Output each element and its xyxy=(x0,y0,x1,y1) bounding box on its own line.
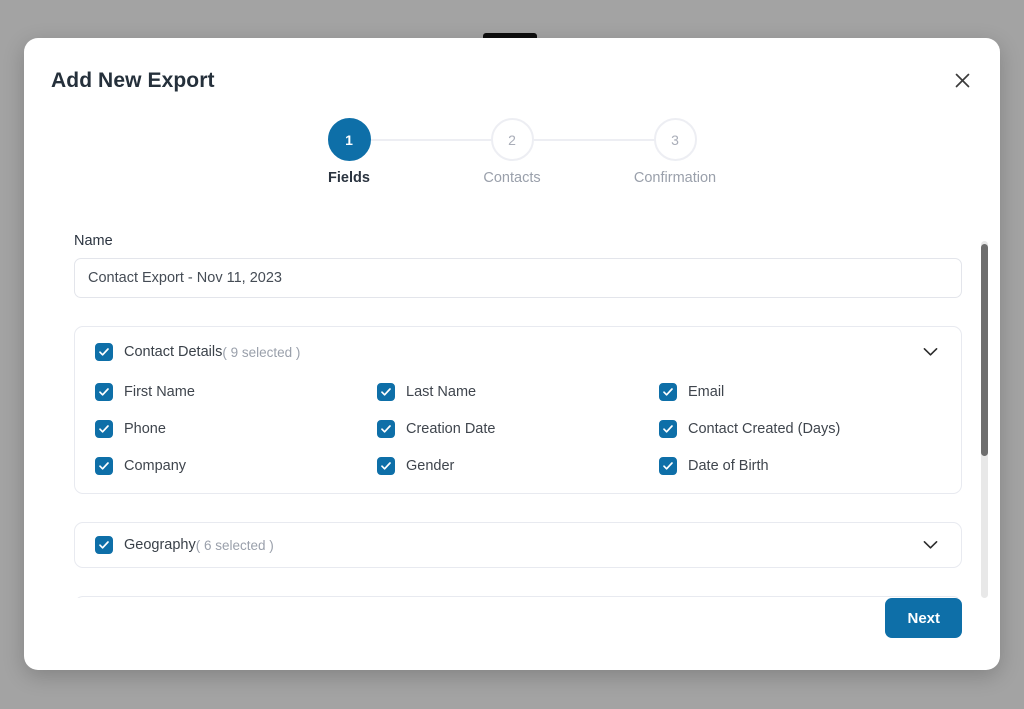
checkbox-first-name[interactable] xyxy=(95,383,113,401)
field-last-name[interactable]: Last Name xyxy=(377,383,659,401)
close-icon xyxy=(953,71,972,90)
checkbox-gender[interactable] xyxy=(377,457,395,475)
fields-grid-contact-details: First Name Last Name Email Phone Creatio… xyxy=(95,383,941,475)
checkbox-date-of-birth[interactable] xyxy=(659,457,677,475)
group-checkbox-geography[interactable] xyxy=(95,536,113,554)
group-title-contact-details: Contact Details xyxy=(124,344,223,360)
export-name-input[interactable] xyxy=(74,258,962,298)
step-contacts[interactable]: 2 Contacts xyxy=(431,118,656,186)
checkbox-company[interactable] xyxy=(95,457,113,475)
checkbox-creation-date[interactable] xyxy=(377,420,395,438)
checkbox-last-name[interactable] xyxy=(377,383,395,401)
field-first-name[interactable]: First Name xyxy=(95,383,377,401)
field-company[interactable]: Company xyxy=(95,457,377,475)
field-gender[interactable]: Gender xyxy=(377,457,659,475)
screen: Add New Export 1 Fields 2 Contacts 3 Con… xyxy=(0,0,1024,709)
step-connector-2 xyxy=(533,139,656,141)
group-checkbox-contact-details[interactable] xyxy=(95,343,113,361)
step-fields-number[interactable]: 1 xyxy=(327,118,371,161)
step-confirmation[interactable]: 3 Confirmation xyxy=(594,118,757,186)
step-fields-label: Fields xyxy=(328,170,370,186)
step-contacts-number[interactable]: 2 xyxy=(490,118,534,161)
add-new-export-modal: Add New Export 1 Fields 2 Contacts 3 Con… xyxy=(24,38,1000,670)
modal-title: Add New Export xyxy=(51,69,215,92)
modal-footer: Next xyxy=(24,598,1000,670)
label-phone: Phone xyxy=(124,421,166,437)
group-count-geography: ( 6 selected ) xyxy=(195,537,274,553)
step-confirmation-number[interactable]: 3 xyxy=(653,118,697,161)
checkbox-phone[interactable] xyxy=(95,420,113,438)
checkbox-email[interactable] xyxy=(659,383,677,401)
close-button[interactable] xyxy=(946,64,978,96)
label-first-name: First Name xyxy=(124,384,195,400)
step-connector-1 xyxy=(370,139,493,141)
label-date-of-birth: Date of Birth xyxy=(688,458,769,474)
group-header-geography[interactable]: Geography ( 6 selected ) xyxy=(95,536,941,554)
label-gender: Gender xyxy=(406,458,455,474)
group-card-geography: Geography ( 6 selected ) xyxy=(74,522,962,568)
group-card-contact-details: Contact Details ( 9 selected ) First Nam… xyxy=(74,326,962,494)
field-creation-date[interactable]: Creation Date xyxy=(377,420,659,438)
modal-content-inner: Name Contact Details ( 9 selected ) xyxy=(24,233,1000,598)
field-contact-created-days[interactable]: Contact Created (Days) xyxy=(659,420,941,438)
field-date-of-birth[interactable]: Date of Birth xyxy=(659,457,941,475)
label-email: Email xyxy=(688,384,725,400)
label-company: Company xyxy=(124,458,187,474)
next-button[interactable]: Next xyxy=(885,598,962,638)
content-scrollbar-thumb[interactable] xyxy=(981,244,988,456)
content-scrollbar-track[interactable] xyxy=(981,241,988,598)
group-count-contact-details: ( 9 selected ) xyxy=(222,344,301,360)
chevron-down-icon[interactable] xyxy=(919,341,941,363)
field-email[interactable]: Email xyxy=(659,383,941,401)
checkbox-contact-created-days[interactable] xyxy=(659,420,677,438)
label-creation-date: Creation Date xyxy=(406,421,496,437)
label-contact-created-days: Contact Created (Days) xyxy=(688,421,841,437)
step-contacts-label: Contacts xyxy=(483,170,541,186)
group-header-contact-details[interactable]: Contact Details ( 9 selected ) xyxy=(95,343,941,361)
step-fields[interactable]: 1 Fields xyxy=(268,118,493,186)
field-phone[interactable]: Phone xyxy=(95,420,377,438)
group-title-geography: Geography xyxy=(124,537,196,553)
name-label: Name xyxy=(74,233,113,249)
stepper: 1 Fields 2 Contacts 3 Confirmation xyxy=(24,118,1000,186)
chevron-down-icon[interactable] xyxy=(919,534,941,556)
label-last-name: Last Name xyxy=(406,384,477,400)
modal-content-area: Name Contact Details ( 9 selected ) xyxy=(24,233,1000,598)
step-confirmation-label: Confirmation xyxy=(633,170,717,186)
